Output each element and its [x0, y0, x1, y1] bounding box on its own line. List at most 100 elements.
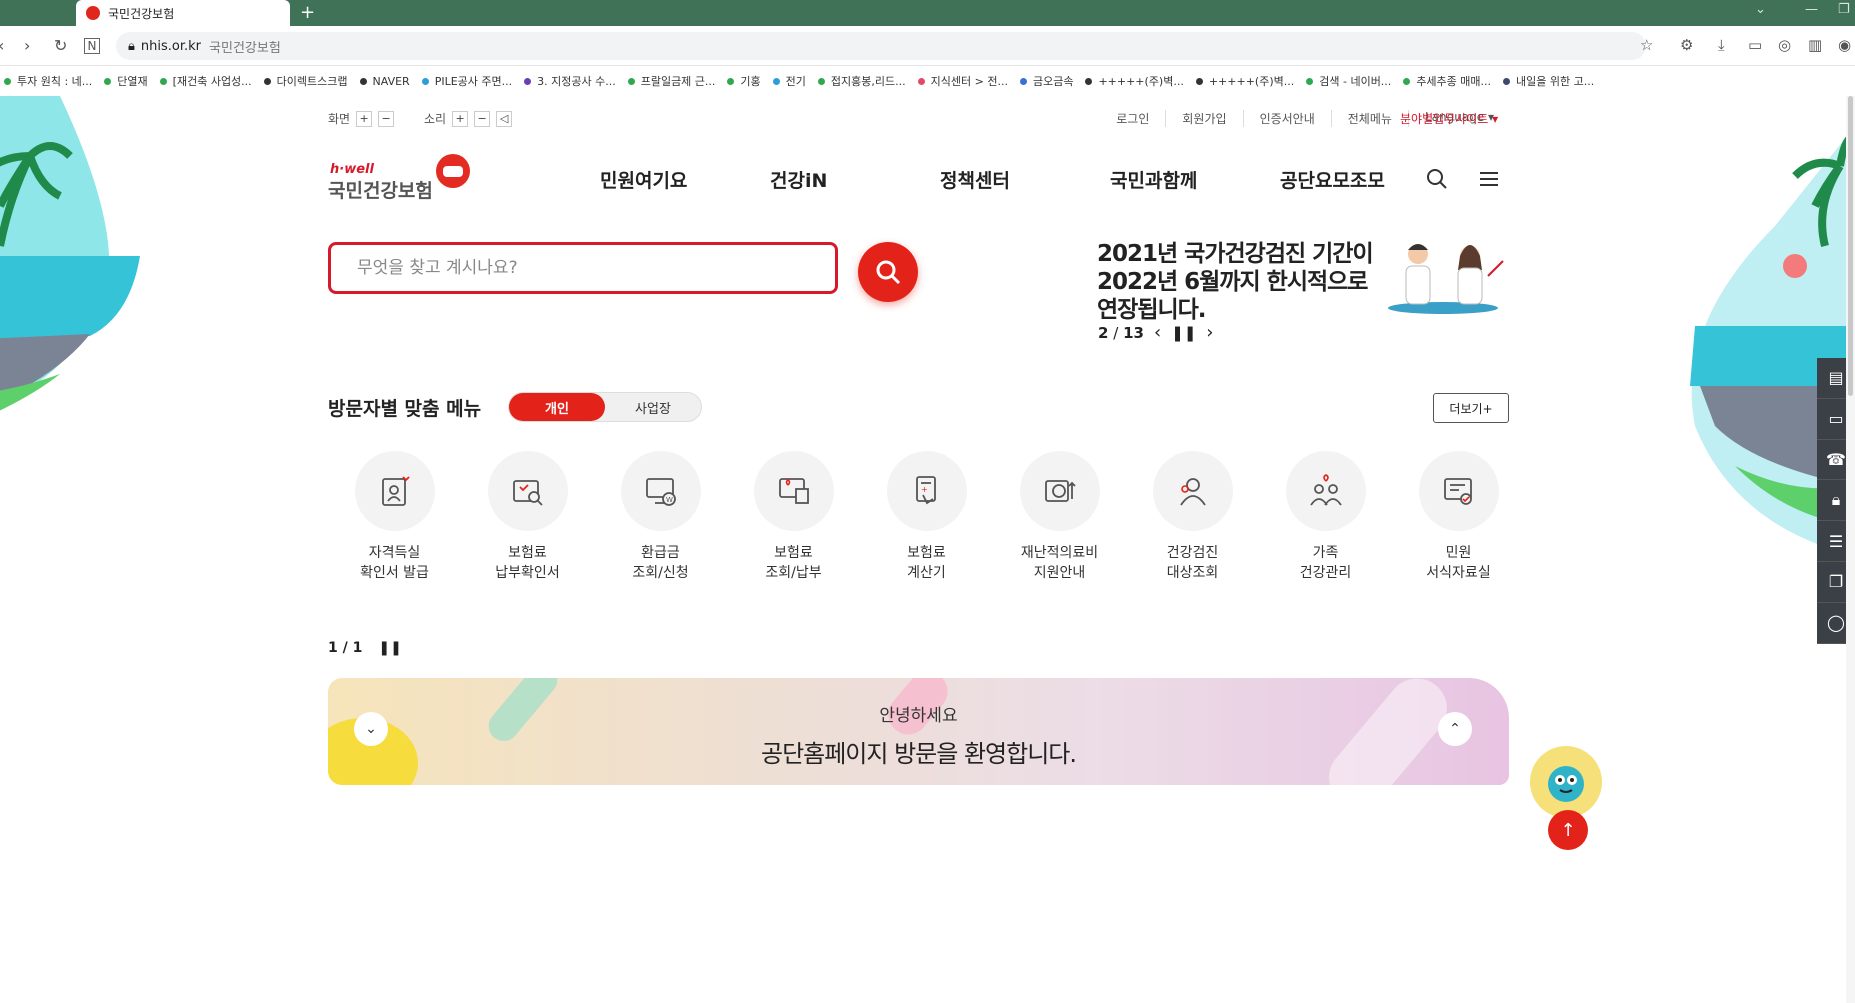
- search-button[interactable]: [858, 242, 918, 302]
- screen-zoom-in-button[interactable]: +: [356, 110, 373, 127]
- restore-icon[interactable]: ❐: [1838, 2, 1850, 17]
- bookmark-item[interactable]: 단열재: [104, 73, 148, 89]
- signup-link[interactable]: 회원가입: [1165, 110, 1242, 127]
- scroll-to-top-button[interactable]: ↑: [1548, 810, 1588, 850]
- nhis-logo[interactable]: h·well 국민건강보험: [328, 154, 478, 204]
- menu-icon[interactable]: [1478, 168, 1500, 190]
- bookmark-favicon-icon: [1019, 77, 1027, 85]
- bookmark-favicon-icon: [1403, 77, 1411, 85]
- bookmark-label: 금오금속: [1032, 75, 1074, 88]
- doctors-illustration: [1388, 244, 1504, 314]
- quick-menu-item[interactable]: 민원 서식자료실: [1392, 451, 1525, 583]
- bookmark-favicon-icon: [727, 77, 735, 85]
- bookmark-item[interactable]: 지식센터 > 전...: [917, 73, 1008, 89]
- bookmark-item[interactable]: NAVER: [359, 75, 410, 88]
- certificate-icon: [354, 451, 435, 531]
- nav-policy-center[interactable]: 정책센터: [940, 166, 1110, 193]
- bookmark-label: 지식센터 > 전...: [930, 75, 1008, 88]
- medical-support-icon: [1019, 451, 1100, 531]
- naver-home-icon[interactable]: N: [84, 38, 100, 54]
- certificate-guide-link[interactable]: 인증서안내: [1242, 110, 1331, 127]
- bookmark-label: 기홍: [740, 75, 761, 88]
- bookmark-item[interactable]: 추세추종 매매...: [1403, 73, 1491, 89]
- quick-menu-item[interactable]: 건강검진 대상조회: [1126, 451, 1259, 583]
- bookmark-item[interactable]: 접지홍봉,리드...: [817, 73, 906, 89]
- bookmark-item[interactable]: 프랄일금제 근...: [627, 73, 715, 89]
- favicon-icon: [86, 6, 100, 20]
- bookmark-item[interactable]: 검색 - 네이버...: [1306, 73, 1391, 89]
- sidebar-icon[interactable]: ▥: [1808, 36, 1822, 54]
- forward-icon[interactable]: ›: [24, 36, 30, 55]
- bookmark-item[interactable]: PILE공사 주면...: [421, 73, 512, 89]
- bookmark-favicon-icon: [1503, 77, 1511, 85]
- bookmark-item[interactable]: 다이렉트스크랩: [263, 73, 348, 89]
- quick-menu-label: 보험료 납부확인서: [495, 545, 560, 581]
- next-arrow-icon[interactable]: ›: [1206, 322, 1213, 343]
- bookmark-item[interactable]: 내일을 위한 고...: [1503, 73, 1594, 89]
- quick-menu-item[interactable]: 보험료 조회/납부: [727, 451, 860, 583]
- search-input[interactable]: [357, 258, 797, 278]
- business-site-select[interactable]: 분야별업무사이트 ▾: [1400, 110, 1498, 127]
- download-icon[interactable]: ⤓: [1718, 36, 1725, 54]
- pause-icon[interactable]: ❚❚: [378, 640, 401, 656]
- nav-with-citizens[interactable]: 국민과함께: [1110, 166, 1280, 193]
- quick-menu-item[interactable]: + 보험료 계산기: [860, 451, 993, 583]
- nav-civil-service[interactable]: 민원여기요: [600, 166, 770, 193]
- quick-menu-item[interactable]: 자격득실 확인서 발급: [328, 451, 461, 583]
- notice-page-count: 2 / 13: [1098, 323, 1144, 342]
- page-scrollbar[interactable]: [1846, 96, 1855, 1003]
- chatbot-mascot-icon[interactable]: [1530, 746, 1602, 818]
- full-menu-link[interactable]: 전체메뉴: [1330, 110, 1408, 127]
- more-button[interactable]: 더보기+: [1433, 393, 1509, 423]
- speaker-icon[interactable]: ◁: [496, 110, 513, 127]
- quick-menu-item[interactable]: 보험료 납부확인서: [461, 451, 594, 583]
- bookmark-item[interactable]: [재건축 사업성...: [159, 73, 252, 89]
- calculator-icon: +: [886, 451, 967, 531]
- bookmark-item[interactable]: +++++(주)벽...: [1195, 73, 1294, 89]
- bookmark-item[interactable]: 금오금속: [1019, 73, 1074, 89]
- tab-business[interactable]: 사업장: [605, 393, 701, 421]
- sound-up-button[interactable]: +: [452, 110, 469, 127]
- chevron-up-icon[interactable]: ⌃: [1438, 712, 1472, 746]
- sound-down-button[interactable]: −: [474, 110, 491, 127]
- quick-menu-item[interactable]: W 환급금 조회/신청: [594, 451, 727, 583]
- quick-menu-item[interactable]: 재난적의료비 지원안내: [993, 451, 1126, 583]
- bookmark-item[interactable]: 전기: [772, 73, 806, 89]
- bookmark-star-icon[interactable]: ☆: [1640, 36, 1653, 54]
- new-tab-button[interactable]: +: [300, 2, 315, 23]
- bookmark-favicon-icon: [4, 77, 11, 85]
- bookmark-favicon-icon: [104, 77, 112, 85]
- bookmark-favicon-icon: [1306, 77, 1314, 85]
- url-field[interactable]: 🔒︎ nhis.or.kr 국민건강보험: [116, 32, 1646, 60]
- back-icon[interactable]: ‹: [0, 36, 4, 55]
- bookmark-item[interactable]: 3. 지정공사 수...: [524, 73, 616, 89]
- tab-personal[interactable]: 개인: [509, 393, 605, 421]
- nav-health-in[interactable]: 건강iN: [770, 166, 940, 193]
- profile-icon[interactable]: ◉: [1838, 36, 1851, 54]
- notice-line: 2022년 6월까지 한시적으로: [1097, 269, 1368, 295]
- bookmark-favicon-icon: [159, 77, 167, 85]
- nav-about-nhis[interactable]: 공단요모조모: [1280, 166, 1450, 193]
- bookmark-item[interactable]: +++++(주)벽...: [1085, 73, 1184, 89]
- pause-icon[interactable]: ❚❚: [1171, 324, 1196, 342]
- prev-arrow-icon[interactable]: ‹: [1154, 322, 1161, 343]
- bookmark-label: 접지홍봉,리드...: [830, 75, 906, 88]
- browser-tab[interactable]: 국민건강보험: [76, 0, 290, 26]
- bookmark-label: 단열재: [117, 75, 148, 88]
- chevron-down-icon[interactable]: ⌄: [354, 712, 388, 746]
- bookmark-favicon-icon: [817, 77, 825, 85]
- search-icon[interactable]: [1426, 168, 1448, 190]
- minimize-icon[interactable]: —: [1805, 2, 1818, 17]
- scrollbar-thumb[interactable]: [1848, 96, 1853, 396]
- screenshot-icon[interactable]: ◎: [1778, 36, 1791, 54]
- screen-zoom-out-button[interactable]: −: [378, 110, 395, 127]
- login-link[interactable]: 로그인: [1100, 110, 1165, 127]
- bookmark-item[interactable]: 투자 원칙 : 네...: [4, 73, 92, 89]
- notice-headline[interactable]: 2021년 국가건강검진 기간이 2022년 6월까지 한시적으로 연장됩니다.: [1097, 240, 1387, 324]
- reload-icon[interactable]: ↻: [54, 36, 67, 55]
- bookmark-item[interactable]: 기홍: [727, 73, 761, 89]
- tab-list-icon[interactable]: ⌄: [1755, 2, 1766, 17]
- quick-menu-item[interactable]: 가족 건강관리: [1259, 451, 1392, 583]
- extensions-icon[interactable]: ⚙: [1680, 36, 1693, 54]
- cast-icon[interactable]: ▭: [1748, 36, 1762, 54]
